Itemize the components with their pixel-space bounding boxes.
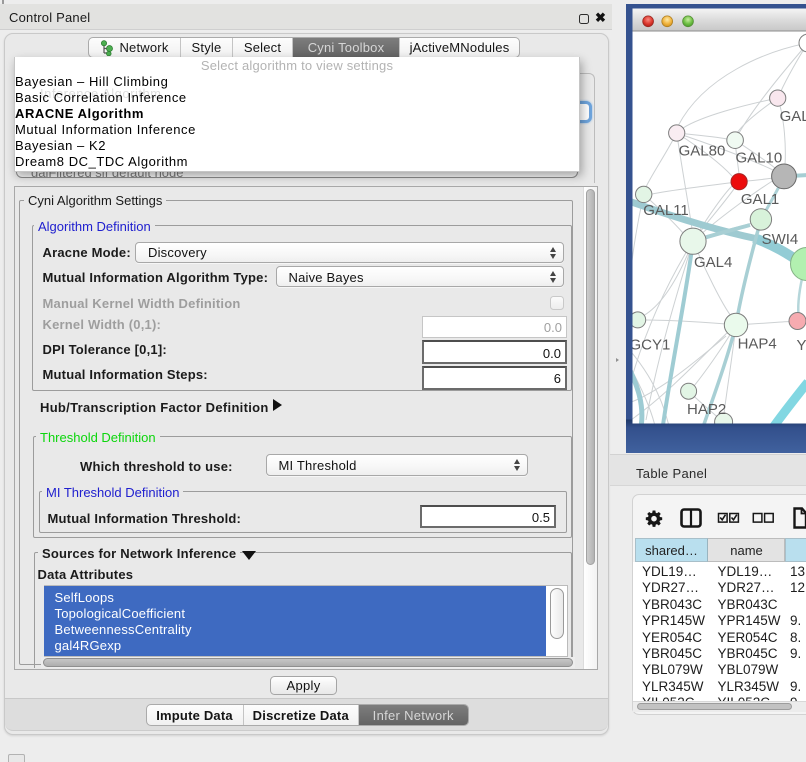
svg-text:GAL4: GAL4 (694, 254, 732, 271)
svg-text:GCY1: GCY1 (630, 337, 671, 354)
svg-text:GAL: GAL (780, 108, 806, 125)
svg-text:HAP4: HAP4 (738, 336, 777, 353)
svg-text:GAL10: GAL10 (736, 150, 783, 167)
svg-text:GAL11: GAL11 (643, 202, 689, 219)
svg-text:Y: Y (797, 337, 806, 354)
svg-text:GAL1: GAL1 (741, 191, 779, 208)
svg-text:SWI4: SWI4 (762, 231, 799, 248)
svg-text:GAL80: GAL80 (679, 143, 726, 160)
svg-text:HAP2: HAP2 (687, 401, 726, 418)
